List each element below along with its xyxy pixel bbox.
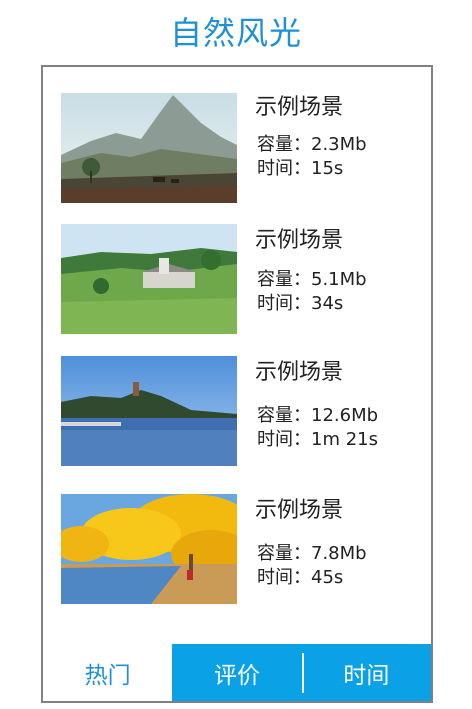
tab-divider [302, 653, 304, 693]
scene-duration: 时间：45s [257, 567, 344, 588]
scene-size: 容量：7.8Mb [257, 543, 367, 564]
scene-name: 示例场景 [255, 498, 344, 523]
countryside-mountain-photo [61, 93, 237, 203]
scene-thumbnail[interactable] [61, 93, 237, 203]
list-item[interactable]: 示例场景 容量：12.6Mb 时间：1m 21s [43, 354, 431, 474]
scene-name: 示例场景 [255, 228, 344, 253]
green-meadow-house-photo [61, 224, 237, 334]
tab-time[interactable]: 时间 [301, 644, 431, 701]
scene-list-panel[interactable]: 示例场景 容量：2.3Mb 时间：15s 示例场景 容量：5.1Mb 时间：34… [41, 65, 433, 703]
lake-pagoda-photo [61, 356, 237, 466]
tab-hot[interactable]: 热门 [43, 644, 173, 701]
scene-size: 容量：12.6Mb [257, 405, 379, 426]
scene-size: 容量：5.1Mb [257, 269, 367, 290]
page-title: 自然风光 [169, 14, 302, 52]
tab-rating[interactable]: 评价 [172, 644, 302, 701]
scene-thumbnail[interactable] [61, 494, 237, 604]
scene-thumbnail[interactable] [61, 224, 237, 334]
scene-duration: 时间：15s [257, 158, 344, 179]
golden-trees-river-photo [61, 494, 237, 604]
scene-name: 示例场景 [255, 95, 344, 120]
scene-name: 示例场景 [255, 360, 344, 385]
bottom-tab-bar: 热门 评价 时间 [43, 644, 431, 701]
scene-duration: 时间：34s [257, 293, 344, 314]
list-item[interactable]: 示例场景 容量：2.3Mb 时间：15s [43, 89, 431, 209]
list-item[interactable]: 示例场景 容量：5.1Mb 时间：34s [43, 222, 431, 342]
scene-size: 容量：2.3Mb [257, 134, 367, 155]
scene-thumbnail[interactable] [61, 356, 237, 466]
list-item[interactable]: 示例场景 容量：7.8Mb 时间：45s [43, 492, 431, 612]
scene-duration: 时间：1m 21s [257, 429, 378, 450]
